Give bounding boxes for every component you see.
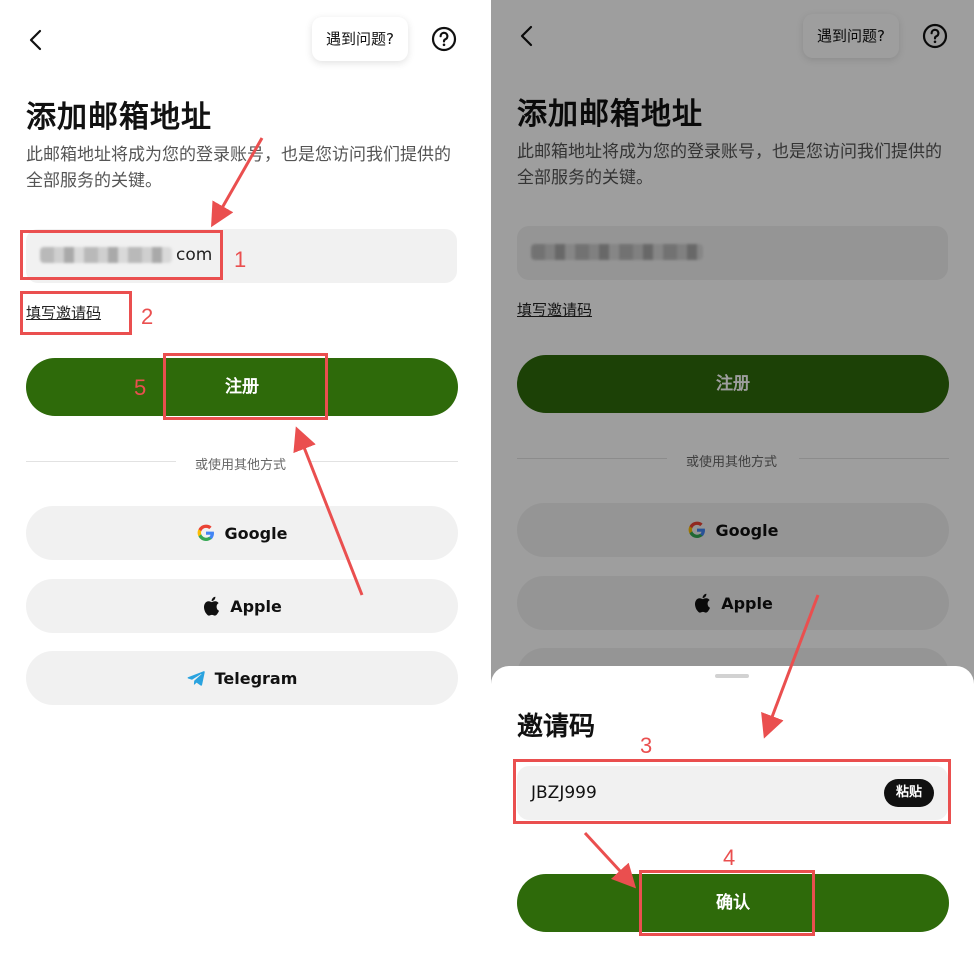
sheet-handle[interactable] [715, 674, 749, 678]
annotation-number-4: 4 [723, 845, 736, 870]
help-tooltip[interactable]: 遇到问题? [312, 17, 408, 61]
annotation-number-5: 5 [134, 375, 147, 400]
annotation-number-1: 1 [234, 247, 247, 272]
google-login-button[interactable]: Google [26, 506, 458, 560]
sheet-title: 邀请码 [517, 712, 596, 742]
apple-login-button[interactable]: Apple [26, 579, 458, 633]
apple-icon [204, 596, 220, 616]
google-icon [197, 524, 214, 541]
telegram-label: Telegram [214, 668, 298, 688]
help-icon[interactable] [431, 26, 457, 52]
annotation-number-2: 2 [141, 304, 154, 329]
annotation-box-invite-link [20, 291, 132, 335]
back-arrow-icon[interactable] [26, 28, 48, 52]
page-subtitle: 此邮箱地址将成为您的登录账号，也是您访问我们提供的全部服务的关键。 [26, 145, 451, 191]
annotation-number-3: 3 [640, 733, 653, 758]
annotation-box-confirm [639, 870, 815, 936]
page-title: 添加邮箱地址 [26, 100, 212, 135]
divider-right [308, 461, 458, 462]
annotation-box-register [163, 353, 328, 420]
annotation-box-invite-input [513, 759, 951, 824]
telegram-login-button[interactable]: Telegram [26, 651, 458, 705]
google-label: Google [224, 523, 288, 543]
divider-text: 或使用其他方式 [195, 458, 287, 473]
left-screen: 遇到问题? 添加邮箱地址 此邮箱地址将成为您的登录账号，也是您访问我们提供的全部… [0, 0, 484, 965]
apple-label: Apple [230, 596, 282, 616]
telegram-icon [187, 671, 205, 686]
divider-left [26, 461, 176, 462]
right-screen: 遇到问题? 添加邮箱地址 此邮箱地址将成为您的登录账号，也是您访问我们提供的全部… [491, 0, 974, 965]
annotation-box-email [20, 230, 223, 280]
